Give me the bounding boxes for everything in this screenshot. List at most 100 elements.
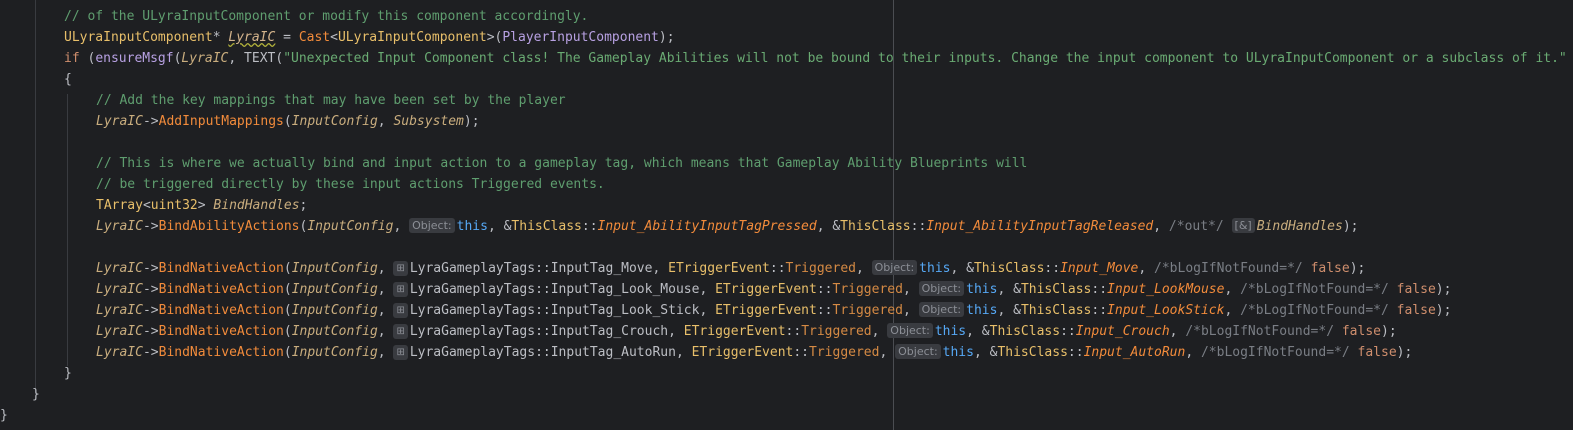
code-line[interactable]: LyraIC->BindNativeAction(InputConfig, ⊞ L… bbox=[0, 258, 1573, 279]
code-token: LyraIC bbox=[96, 114, 143, 129]
code-token: , bbox=[377, 282, 394, 297]
code-token: PlayerInputComponent bbox=[502, 30, 659, 45]
code-token: InputTag_Look_Stick bbox=[550, 303, 700, 318]
inlay-hint: Object: bbox=[871, 260, 918, 275]
code-line[interactable]: LyraIC->AddInputMappings(InputConfig, Su… bbox=[0, 111, 1573, 132]
code-line[interactable]: // Add the key mappings that may have be… bbox=[0, 90, 1573, 111]
code-token: ( bbox=[275, 51, 284, 66]
code-token: /*bLogIfNotFound=*/ bbox=[1240, 303, 1389, 318]
code-line[interactable]: LyraIC->BindNativeAction(InputConfig, ⊞ L… bbox=[0, 321, 1573, 342]
code-token: , bbox=[668, 324, 684, 339]
code-token: InputTag_Look_Mouse bbox=[550, 282, 700, 297]
code-token: InputConfig bbox=[291, 261, 378, 276]
code-editor[interactable]: // of the ULyraInputComponent or modify … bbox=[0, 0, 1573, 430]
code-token: BindNativeAction bbox=[158, 303, 284, 318]
code-token: , bbox=[675, 345, 692, 360]
code-token: LyraIC bbox=[228, 30, 276, 45]
code-token: :: bbox=[785, 324, 802, 339]
code-token: ThisClass bbox=[1020, 303, 1092, 318]
code-token: this bbox=[456, 219, 488, 234]
code-token: = bbox=[275, 30, 299, 45]
code-token: -> bbox=[142, 114, 159, 129]
code-token: Triggered bbox=[785, 261, 856, 276]
code-token: ( bbox=[283, 324, 292, 339]
code-token: Triggered bbox=[801, 324, 872, 339]
code-line[interactable]: } bbox=[0, 405, 1573, 426]
code-line[interactable]: } bbox=[0, 384, 1573, 405]
code-token: Triggered bbox=[832, 303, 903, 318]
code-line[interactable]: // of the ULyraInputComponent or modify … bbox=[0, 6, 1573, 27]
code-token: ETriggerEvent bbox=[668, 261, 770, 276]
code-line[interactable]: if (ensureMsgf(LyraIC, TEXT("Unexpected … bbox=[0, 48, 1573, 69]
code-line[interactable]: // This is where we actually bind and in… bbox=[0, 153, 1573, 174]
code-token: LyraIC bbox=[96, 345, 143, 360]
inlay-hint: Object: bbox=[895, 344, 941, 359]
code-token: InputConfig bbox=[291, 324, 378, 339]
code-token: /*out*/ bbox=[1168, 219, 1224, 234]
code-token: ThisClass bbox=[511, 219, 582, 234]
code-token: * bbox=[212, 30, 229, 45]
code-token: ThisClass bbox=[997, 345, 1068, 360]
code-token: InputConfig bbox=[291, 345, 378, 360]
code-line[interactable] bbox=[0, 237, 1573, 258]
code-token: :: bbox=[1044, 261, 1061, 276]
code-token: , bbox=[1224, 303, 1241, 318]
code-token: InputConfig bbox=[291, 303, 378, 318]
code-token: ); bbox=[1435, 303, 1452, 318]
code-token: ETriggerEvent bbox=[683, 324, 786, 339]
code-token: , bbox=[377, 114, 394, 129]
code-token: ( bbox=[283, 261, 292, 276]
code-token: ( bbox=[283, 303, 292, 318]
code-token: LyraGameplayTags bbox=[409, 282, 536, 297]
code-token: false bbox=[1341, 324, 1381, 339]
code-token: false bbox=[1396, 303, 1436, 318]
code-token: LyraIC bbox=[96, 324, 143, 339]
code-line[interactable]: TArray<uint32> BindHandles; bbox=[0, 195, 1573, 216]
code-line[interactable]: LyraIC->BindNativeAction(InputConfig, ⊞ L… bbox=[0, 300, 1573, 321]
code-token: :: bbox=[535, 261, 551, 276]
code-token: , & bbox=[973, 345, 998, 360]
code-token: LyraGameplayTags bbox=[409, 345, 536, 360]
gameplay-tag-icon: ⊞ bbox=[393, 345, 408, 360]
code-token: :: bbox=[769, 261, 786, 276]
code-line[interactable]: { bbox=[0, 69, 1573, 90]
code-token: :: bbox=[793, 345, 810, 360]
code-token: < bbox=[142, 198, 151, 213]
code-token: >( bbox=[486, 30, 503, 45]
code-token: InputConfig bbox=[291, 114, 378, 129]
code-token: LyraIC bbox=[96, 282, 143, 297]
code-token: LyraGameplayTags bbox=[409, 303, 536, 318]
code-line[interactable] bbox=[0, 132, 1573, 153]
code-token: false bbox=[1357, 345, 1397, 360]
code-token: :: bbox=[535, 282, 551, 297]
code-token: Input_LookStick bbox=[1107, 303, 1225, 318]
code-token: -> bbox=[142, 345, 159, 360]
inlay-hint: Object: bbox=[918, 281, 965, 296]
code-token: :: bbox=[535, 303, 551, 318]
code-token: LyraIC bbox=[181, 51, 229, 66]
code-token: if bbox=[64, 51, 80, 66]
code-line[interactable]: LyraIC->BindAbilityActions(InputConfig, … bbox=[0, 216, 1573, 237]
code-token: } bbox=[32, 387, 40, 402]
code-token: LyraGameplayTags bbox=[409, 324, 536, 339]
code-token: ThisClass bbox=[989, 324, 1061, 339]
code-line[interactable]: ULyraInputComponent* LyraIC = Cast<ULyra… bbox=[0, 27, 1573, 48]
code-line[interactable]: LyraIC->BindNativeAction(InputConfig, ⊞ L… bbox=[0, 279, 1573, 300]
code-token: /*bLogIfNotFound=*/ bbox=[1240, 282, 1389, 297]
code-token: { bbox=[64, 72, 72, 87]
code-token: Cast bbox=[298, 30, 331, 45]
code-token: this bbox=[942, 345, 974, 360]
code-line[interactable]: // be triggered directly by these input … bbox=[0, 174, 1573, 195]
code-token: InputTag_AutoRun bbox=[550, 345, 676, 360]
code-token: :: bbox=[535, 345, 551, 360]
code-line[interactable]: } bbox=[0, 363, 1573, 384]
inlay-hint: Object: bbox=[887, 323, 933, 338]
code-token: > bbox=[197, 198, 214, 213]
code-token: InputTag_Crouch bbox=[550, 324, 669, 339]
code-token: uint32 bbox=[150, 198, 198, 213]
code-line[interactable]: LyraIC->BindNativeAction(InputConfig, ⊞ L… bbox=[0, 342, 1573, 363]
